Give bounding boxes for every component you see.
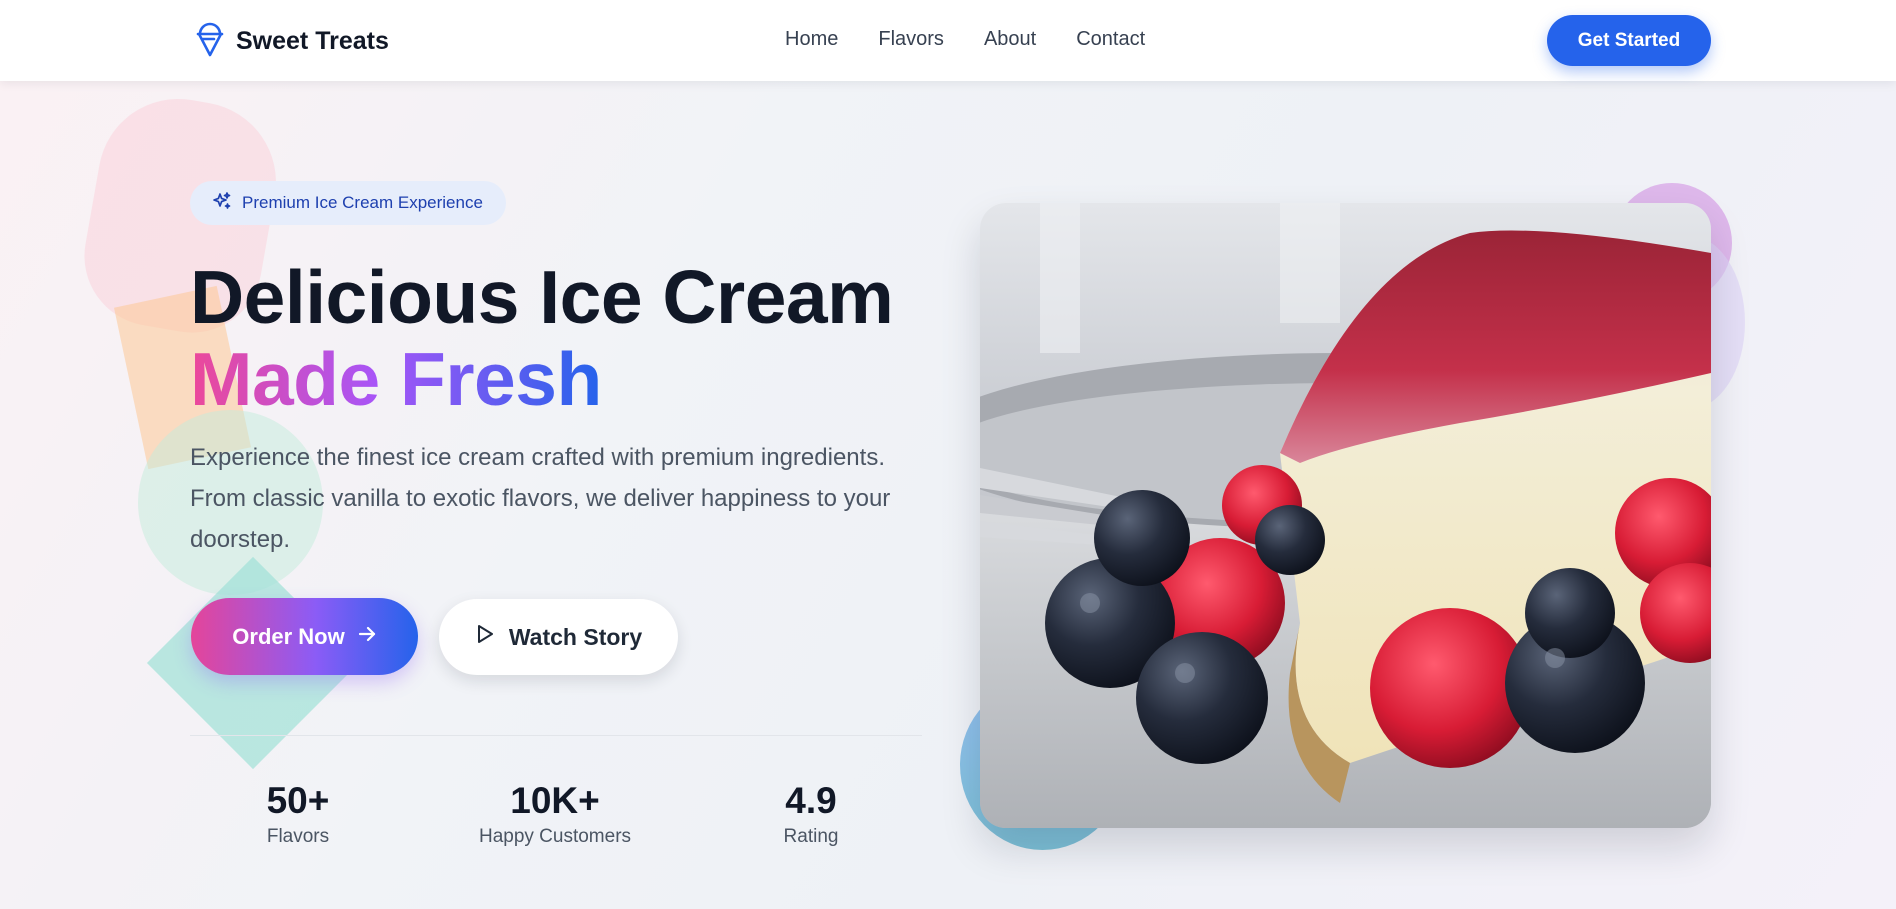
hero-image	[980, 203, 1711, 828]
hero-description: Experience the finest ice cream crafted …	[190, 444, 891, 553]
brand-name: Sweet Treats	[236, 27, 389, 55]
stat-label: Flavors	[266, 826, 330, 847]
hero-headline: Delicious Ice Cream Made Fresh	[190, 255, 894, 421]
nav-links: Home Flavors About Contact	[785, 28, 1145, 51]
stats-divider	[190, 735, 922, 736]
stat-value: 10K+	[510, 780, 600, 821]
navbar: Sweet Treats Home Flavors About Contact …	[0, 0, 1896, 81]
stat-flavors: 50+ Flavors	[238, 778, 358, 850]
order-now-button[interactable]: Order Now	[191, 598, 418, 675]
ice-cream-cone-icon	[194, 20, 226, 63]
stat-label: Happy Customers	[478, 826, 632, 847]
watch-story-button[interactable]: Watch Story	[439, 599, 678, 675]
order-now-label: Order Now	[232, 623, 345, 649]
nav-link-about[interactable]: About	[984, 28, 1036, 51]
headline-line-1: Delicious Ice Cream	[190, 255, 894, 339]
nav-link-flavors[interactable]: Flavors	[878, 28, 944, 51]
hero-badge: Premium Ice Cream Experience	[190, 181, 506, 225]
stat-customers: 10K+ Happy Customers	[465, 778, 645, 850]
get-started-button[interactable]: Get Started	[1547, 15, 1711, 66]
stat-value: 50+	[266, 780, 330, 821]
sparkles-icon	[212, 191, 232, 216]
brand[interactable]: Sweet Treats	[194, 20, 389, 63]
watch-story-label: Watch Story	[508, 623, 643, 650]
arrow-right-icon	[357, 624, 377, 650]
stat-value: 4.9	[785, 780, 837, 821]
stat-rating: 4.9 Rating	[751, 778, 871, 850]
play-icon	[475, 623, 495, 651]
nav-link-home[interactable]: Home	[785, 28, 838, 51]
nav-link-contact[interactable]: Contact	[1076, 28, 1145, 51]
headline-line-2: Made Fresh	[190, 337, 602, 421]
stat-label: Rating	[783, 826, 839, 847]
badge-text: Premium Ice Cream Experience	[242, 193, 483, 212]
